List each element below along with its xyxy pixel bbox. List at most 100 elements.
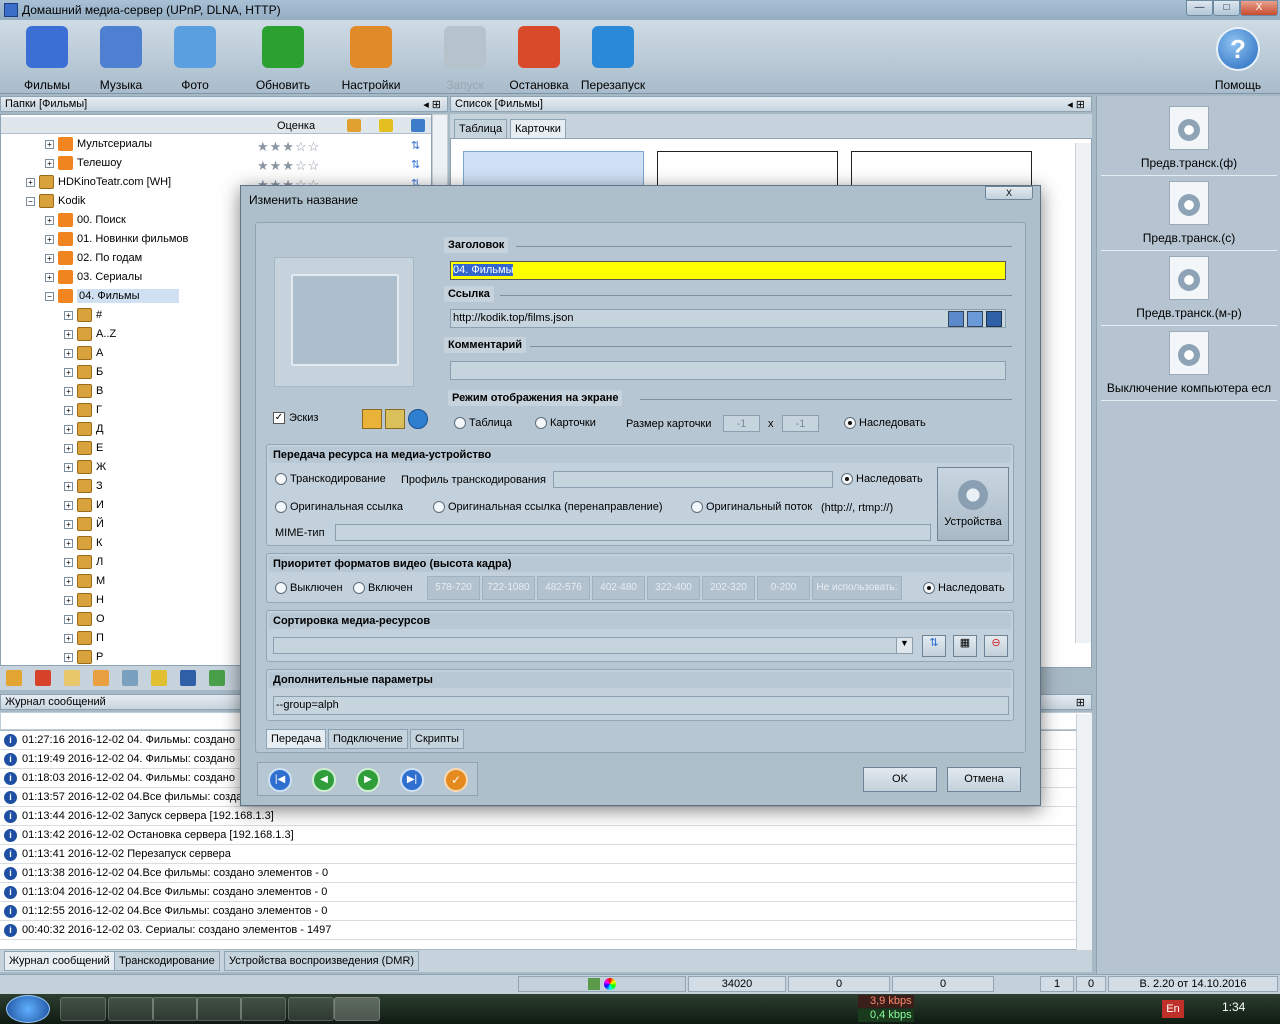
expand-icon[interactable]: +: [45, 253, 54, 263]
clock[interactable]: 1:34: [1222, 1000, 1245, 1014]
transcoding-radio[interactable]: Транскодирование: [275, 473, 386, 486]
sort-delete-button[interactable]: ⊖: [984, 635, 1008, 657]
cards-scrollbar[interactable]: [1075, 143, 1091, 643]
card-width-input[interactable]: -1: [723, 415, 760, 432]
expand-icon[interactable]: +: [64, 633, 73, 643]
folder-action-8-icon[interactable]: [209, 670, 225, 686]
dialog-close-button[interactable]: X: [985, 186, 1033, 200]
expand-icon[interactable]: +: [64, 519, 73, 529]
log-row[interactable]: i 01:13:04 2016-12-02 04.Все Фильмы: созд…: [0, 883, 1076, 902]
dialog-tab-2[interactable]: Подключение: [328, 729, 408, 749]
orig-link-radio[interactable]: Оригинальная ссылка: [275, 501, 403, 514]
expand-icon[interactable]: +: [64, 310, 73, 320]
format-button[interactable]: Не использовать:: [812, 576, 902, 600]
bottom-tab-1[interactable]: Журнал сообщений: [4, 951, 115, 971]
log-row[interactable]: i 01:13:44 2016-12-02 Запуск сервера [192…: [0, 807, 1076, 826]
expand-icon[interactable]: +: [64, 557, 73, 567]
dialog-tab-3[interactable]: Скрипты: [410, 729, 464, 749]
orig-redirect-radio[interactable]: Оригинальная ссылка (перенаправление): [433, 501, 663, 514]
rating-stars[interactable]: ★★★☆☆: [257, 139, 320, 155]
expand-icon[interactable]: +: [45, 158, 54, 168]
taskbar-explorer[interactable]: [60, 997, 106, 1021]
transfer-inherit-radio[interactable]: Наследовать: [841, 473, 923, 486]
format-button[interactable]: 402-480: [592, 576, 645, 600]
minimize-button[interactable]: —: [1186, 0, 1213, 16]
priority-inherit-radio[interactable]: Наследовать: [923, 582, 1005, 595]
expand-icon[interactable]: +: [45, 139, 54, 149]
photo-button[interactable]: Фото: [160, 24, 230, 92]
expand-icon[interactable]: −: [26, 196, 35, 206]
log-scrollbar[interactable]: [1076, 714, 1092, 950]
priority-off-radio[interactable]: Выключен: [275, 582, 343, 595]
expand-icon[interactable]: +: [64, 538, 73, 548]
column-icon-1[interactable]: [347, 119, 361, 132]
task-item[interactable]: Предв.транск.(с): [1101, 179, 1277, 251]
header-input[interactable]: 04. Фильмы: [450, 261, 1006, 280]
orig-stream-radio[interactable]: Оригинальный поток: [691, 501, 812, 514]
folder-action-1-icon[interactable]: [6, 670, 22, 686]
maximize-button[interactable]: □: [1213, 0, 1240, 16]
expand-icon[interactable]: +: [64, 367, 73, 377]
folder-action-6-icon[interactable]: [151, 670, 167, 686]
start-orb-icon[interactable]: [6, 995, 50, 1023]
link-input[interactable]: http://kodik.top/films.json: [450, 309, 1006, 328]
expand-icon[interactable]: +: [45, 234, 54, 244]
priority-on-radio[interactable]: Включен: [353, 582, 413, 595]
apply-button[interactable]: ✓: [444, 768, 468, 792]
stop-button[interactable]: Остановка: [504, 24, 574, 92]
display-inherit-radio[interactable]: Наследовать: [844, 417, 926, 430]
first-record-button[interactable]: |◀: [268, 768, 292, 792]
close-button[interactable]: X: [1240, 0, 1278, 16]
bottom-tab-3[interactable]: Устройства воспроизведения (DMR): [224, 951, 420, 971]
settings-button[interactable]: Настройки: [336, 24, 406, 92]
save-link-icon[interactable]: [986, 311, 1002, 327]
taskbar-yandex[interactable]: [152, 997, 198, 1021]
format-button[interactable]: 322-400: [647, 576, 700, 600]
devices-button[interactable]: Устройства: [937, 467, 1009, 541]
folder-action-4-icon[interactable]: [93, 670, 109, 686]
task-item[interactable]: Предв.транск.(ф): [1101, 104, 1277, 176]
tree-item[interactable]: + Мультсериалы ★★★☆☆ ⇅: [1, 137, 431, 156]
expand-icon[interactable]: +: [64, 462, 73, 472]
log-row[interactable]: i 01:12:55 2016-12-02 04.Все Фильмы: созд…: [0, 902, 1076, 921]
expand-icon[interactable]: +: [45, 272, 54, 282]
folder-action-2-icon[interactable]: [35, 670, 51, 686]
pin-icon[interactable]: ◂ ⊞: [1067, 98, 1085, 111]
dialog-tab-1[interactable]: Передача: [266, 729, 327, 749]
log-row[interactable]: i 01:13:38 2016-12-02 04.Все фильмы: созд…: [0, 864, 1076, 883]
expand-icon[interactable]: +: [64, 595, 73, 605]
expand-icon[interactable]: +: [64, 348, 73, 358]
last-record-button[interactable]: ▶|: [400, 768, 424, 792]
thumb-action-1-icon[interactable]: [362, 409, 382, 429]
help-button[interactable]: ? Помощь: [1200, 24, 1276, 92]
films-button[interactable]: Фильмы: [12, 24, 82, 92]
log-row[interactable]: i 01:13:41 2016-12-02 Перезапуск сервера: [0, 845, 1076, 864]
folder-action-5-icon[interactable]: [122, 670, 138, 686]
expand-icon[interactable]: +: [64, 481, 73, 491]
cancel-button[interactable]: Отмена: [947, 767, 1021, 792]
taskbar-app-2[interactable]: [108, 997, 154, 1021]
taskbar-chrome[interactable]: [240, 997, 286, 1021]
sort-column-icon[interactable]: [411, 119, 425, 132]
comment-input[interactable]: [450, 361, 1006, 380]
ok-button[interactable]: OK: [863, 767, 937, 792]
expand-icon[interactable]: +: [64, 405, 73, 415]
expand-icon[interactable]: +: [64, 576, 73, 586]
lang-indicator[interactable]: En: [1162, 1000, 1184, 1018]
link-settings-icon[interactable]: [967, 311, 983, 327]
sort-up-button[interactable]: ⇅: [922, 635, 946, 657]
format-button[interactable]: 202-320: [702, 576, 755, 600]
taskbar-app-6[interactable]: [288, 997, 334, 1021]
transcode-profile-select[interactable]: [553, 471, 833, 488]
expand-icon[interactable]: +: [64, 443, 73, 453]
card-height-input[interactable]: -1: [782, 415, 819, 432]
sort-settings-button[interactable]: ▦: [953, 635, 977, 657]
music-button[interactable]: Музыка: [86, 24, 156, 92]
bottom-tab-2[interactable]: Транскодирование: [114, 951, 220, 971]
search-link-icon[interactable]: [948, 311, 964, 327]
log-row[interactable]: i 01:13:42 2016-12-02 Остановка сервера […: [0, 826, 1076, 845]
tab-cards[interactable]: Карточки: [510, 119, 566, 139]
sort-select[interactable]: [273, 637, 913, 654]
column-icon-2[interactable]: [379, 119, 393, 132]
prev-record-button[interactable]: ◀: [312, 768, 336, 792]
